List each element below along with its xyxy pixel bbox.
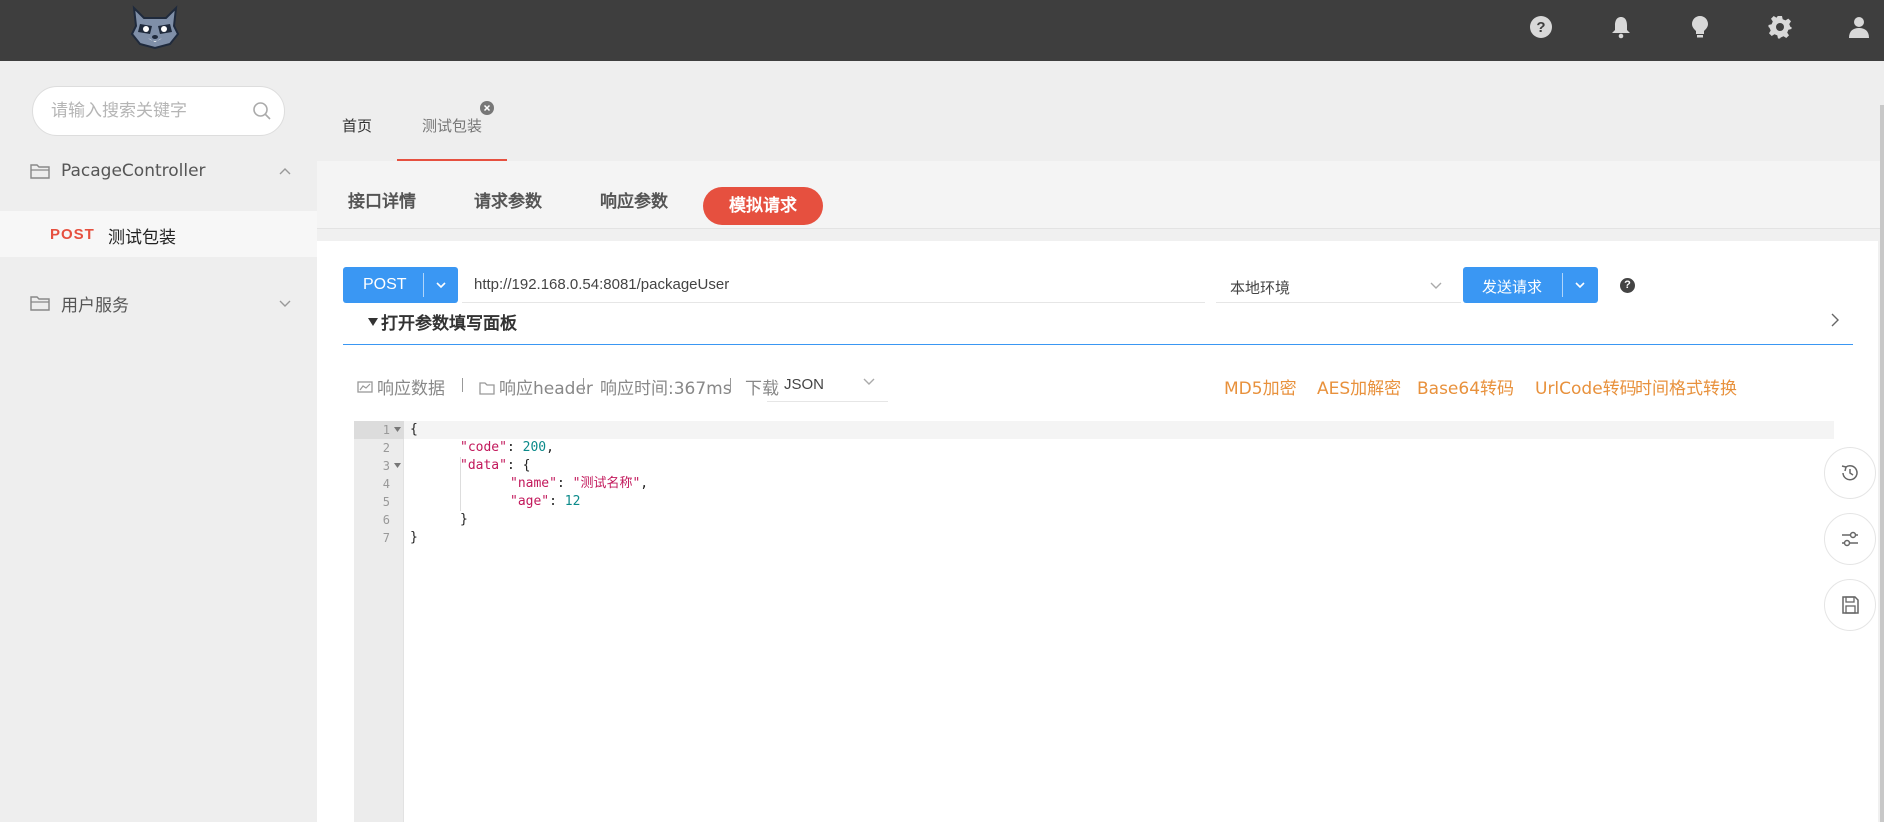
subtab-response-params[interactable]: 响应参数 (600, 187, 668, 212)
code-line: "name": "测试名称", (510, 476, 649, 491)
line-number: 1 (354, 421, 404, 439)
environment-select[interactable]: 本地环境 (1216, 267, 1461, 303)
user-icon[interactable] (1846, 14, 1872, 40)
md5-encrypt-link[interactable]: MD5加密 (1224, 374, 1297, 399)
lightbulb-icon[interactable] (1687, 14, 1713, 40)
chevron-down-icon[interactable] (278, 298, 292, 308)
send-label: 发送请求 (1482, 278, 1543, 296)
settings-button[interactable] (1824, 513, 1876, 565)
environment-label: 本地环境 (1230, 279, 1291, 297)
base64-convert-link[interactable]: Base64转码 (1417, 374, 1514, 399)
subtab-api-details[interactable]: 接口详情 (348, 187, 416, 212)
response-data-label: 响应数据 (377, 379, 445, 399)
help-icon[interactable]: ? (1528, 14, 1554, 40)
url-input[interactable] (462, 267, 1205, 303)
json-editor[interactable]: 1 2 3 4 5 6 7 { "code": 200, "data": { "… (354, 421, 1834, 822)
folder-icon (479, 382, 495, 395)
tree-group-label: 用户服务 (61, 295, 129, 316)
code-line: } (460, 512, 468, 527)
divider (1562, 273, 1563, 297)
folder-icon (30, 164, 50, 179)
urlcode-convert-link[interactable]: UrlCode转码 (1535, 374, 1637, 399)
mock-request-panel: POST 本地环境 发送请求 ? 打开参数填写面板 响应数据 响应heade (317, 241, 1878, 822)
fold-icon[interactable] (394, 463, 401, 468)
chevron-down-icon[interactable] (1573, 278, 1587, 292)
code-line: { (410, 422, 418, 437)
sub-tab-bar: 接口详情 请求参数 响应参数 模拟请求 (317, 161, 1884, 229)
aes-encrypt-link[interactable]: AES加解密 (1317, 374, 1401, 399)
line-number: 6 (382, 513, 390, 527)
subtab-mock-request[interactable]: 模拟请求 (703, 187, 823, 225)
response-time: 响应时间:367ms (600, 379, 732, 399)
folder-icon (30, 296, 50, 311)
main-area: 首页 测试包装 接口详情 请求参数 响应参数 模拟请求 POST 本地环境 发送… (317, 61, 1884, 822)
line-number: 3 (354, 457, 404, 475)
time-format-link[interactable]: 时间格式转换 (1635, 374, 1737, 399)
tab-bar: 首页 测试包装 (317, 61, 1884, 161)
active-line-highlight (404, 421, 1834, 439)
tree-group-label: PacageController (61, 161, 206, 181)
history-button[interactable] (1824, 447, 1876, 499)
sidebar: PacageController POST 测试包装 用户服务 (0, 61, 317, 822)
top-bar: ? (0, 0, 1884, 61)
page-scrollbar[interactable] (1880, 105, 1884, 822)
format-label: JSON (784, 376, 825, 393)
divider (423, 273, 424, 297)
gear-icon[interactable] (1767, 14, 1793, 40)
tab-close-icon[interactable] (480, 101, 494, 115)
search-icon[interactable] (252, 101, 272, 121)
caret-down-icon (368, 318, 378, 326)
line-gutter: 1 2 3 4 5 6 7 (354, 421, 404, 822)
save-button[interactable] (1824, 579, 1876, 631)
tab-home[interactable]: 首页 (317, 61, 397, 161)
code-line: "code": 200, (460, 440, 554, 455)
method-badge: POST (50, 226, 95, 243)
svg-text:?: ? (1536, 19, 1545, 36)
chevron-down-icon[interactable] (434, 278, 448, 292)
help-icon[interactable]: ? (1620, 278, 1635, 293)
chevron-down-icon (863, 378, 875, 385)
response-toolbar: 响应数据 响应header 响应时间:367ms 下载 JSON MD5加密 A… (357, 366, 1857, 406)
raccoon-logo[interactable] (128, 4, 182, 50)
save-icon (1842, 596, 1859, 614)
line-number: 7 (382, 531, 390, 545)
line-number: 4 (382, 477, 390, 491)
subtab-request-params[interactable]: 请求参数 (474, 187, 542, 212)
search-box (32, 86, 285, 136)
history-icon (1841, 465, 1858, 481)
format-select[interactable]: JSON (767, 366, 888, 402)
param-panel-toggle[interactable]: 打开参数填写面板 (343, 303, 1853, 345)
method-label: POST (363, 276, 407, 293)
code-line: "data": { (460, 458, 531, 473)
api-item-test-package[interactable]: POST 测试包装 (0, 211, 317, 257)
fold-icon[interactable] (394, 427, 401, 432)
api-item-label: 测试包装 (108, 228, 176, 248)
tree-group-user-service[interactable]: 用户服务 (0, 281, 317, 325)
chevron-right-icon (1831, 313, 1839, 327)
method-select-button[interactable]: POST (343, 267, 458, 303)
line-number: 5 (382, 495, 390, 509)
tab-label: 测试包装 (422, 117, 483, 135)
sliders-icon (1842, 531, 1858, 547)
chart-icon (357, 381, 373, 393)
response-data-tab[interactable]: 响应数据 (357, 374, 445, 399)
tab-label: 首页 (342, 117, 373, 135)
search-input[interactable] (51, 99, 241, 123)
divider (462, 378, 463, 392)
bell-icon[interactable] (1608, 14, 1634, 40)
response-header-tab[interactable]: 响应header (479, 374, 593, 399)
send-request-button[interactable]: 发送请求 (1463, 267, 1598, 303)
chevron-up-icon[interactable] (278, 166, 292, 176)
response-header-label: 响应header (499, 379, 593, 399)
chevron-down-icon (1430, 282, 1442, 289)
divider (730, 378, 731, 392)
line-number: 2 (382, 441, 390, 455)
divider (583, 378, 584, 392)
tree-group-pacagecontroller[interactable]: PacageController (0, 149, 317, 193)
param-panel-label: 打开参数填写面板 (381, 314, 517, 334)
code-line: } (410, 530, 418, 545)
code-line: "age": 12 (510, 494, 581, 509)
